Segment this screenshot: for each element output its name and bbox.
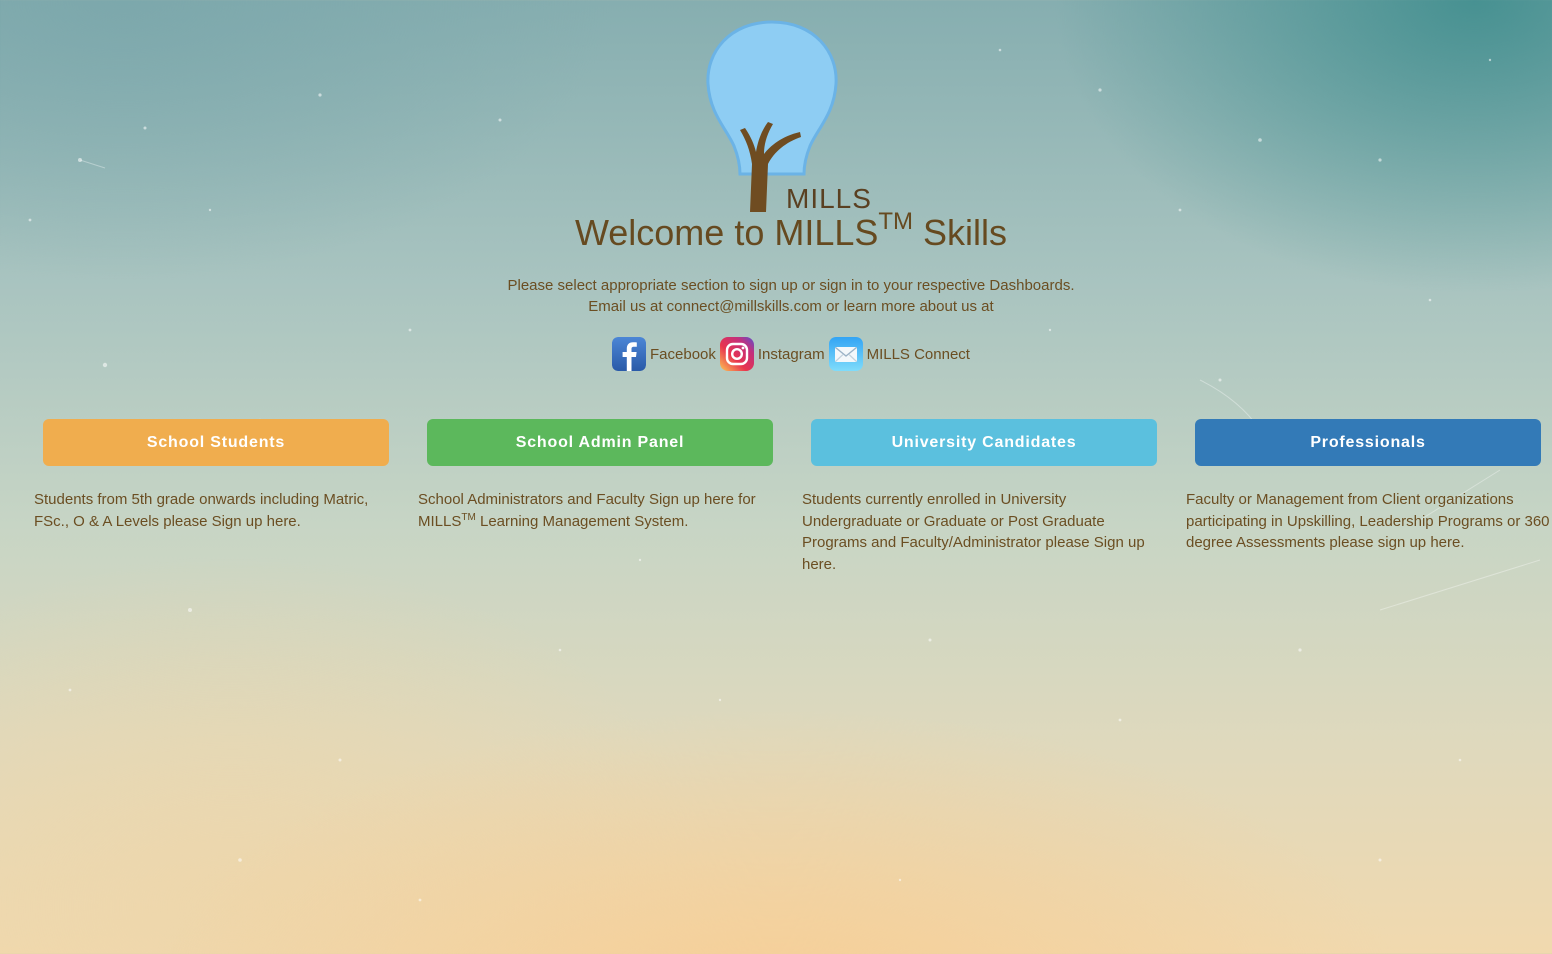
title-suffix: Skills — [913, 212, 1008, 253]
mail-icon — [828, 337, 863, 371]
instagram-icon — [719, 337, 754, 371]
instagram-label: Instagram — [757, 345, 825, 363]
section-university-candidates: University Candidates Students currently… — [802, 419, 1162, 575]
mills-connect-label: MILLS Connect — [866, 345, 970, 363]
title-prefix: Welcome to MILLS — [574, 212, 879, 253]
section-school-students: School Students Students from 5th grade … — [34, 419, 394, 532]
school-students-description: Students from 5th grade onwards includin… — [34, 491, 369, 530]
logo-wordmark: MILLS — [786, 183, 872, 214]
mills-connect-link[interactable]: MILLS Connect — [828, 337, 974, 371]
facebook-label: Facebook — [650, 345, 716, 363]
facebook-icon — [612, 337, 646, 371]
intro-text: Please select appropriate section to sig… — [0, 275, 1552, 317]
section-professionals: Professionals Faculty or Management from… — [1186, 419, 1550, 554]
school-admin-panel-button[interactable]: School Admin Panel — [427, 419, 773, 466]
university-candidates-button[interactable]: University Candidates — [811, 419, 1157, 466]
section-school-admin: School Admin Panel School Administrators… — [418, 419, 778, 532]
professionals-button[interactable]: Professionals — [1195, 419, 1541, 466]
intro-line-1: Please select appropriate section to sig… — [507, 277, 1075, 294]
university-candidates-description: Students currently enrolled in Universit… — [802, 491, 1145, 573]
intro-line-2: Email us at connect@millskills.com or le… — [588, 298, 994, 315]
instagram-link[interactable]: Instagram — [719, 337, 829, 371]
school-admin-description: School Administrators and Faculty Sign u… — [418, 489, 784, 532]
facebook-link[interactable]: Facebook — [612, 337, 720, 371]
school-students-button[interactable]: School Students — [43, 419, 389, 466]
trademark-mark: TM — [461, 511, 476, 523]
trademark-mark: TM — [878, 208, 914, 235]
page-title: Welcome to MILLSTM Skills — [0, 210, 1552, 254]
professionals-description: Faculty or Management from Client organi… — [1186, 491, 1550, 551]
social-links: Facebook Instagram MILLS Connect — [612, 336, 974, 372]
admin-description-text-end: Learning Management System. — [475, 512, 689, 530]
